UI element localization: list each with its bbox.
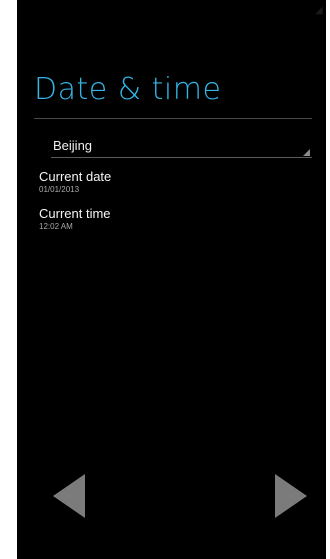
current-time-value: 12:02 AM: [39, 222, 73, 231]
next-arrow-icon[interactable]: [275, 474, 307, 518]
current-time-title: Current time: [39, 206, 111, 221]
timezone-spinner[interactable]: Beijing: [34, 132, 312, 158]
back-arrow-icon[interactable]: [53, 474, 85, 518]
current-date-item[interactable]: Current date 01/01/2013: [39, 169, 309, 203]
current-date-value: 01/01/2013: [39, 185, 80, 194]
title-divider: [34, 118, 312, 119]
page-title: Date & time: [34, 72, 222, 107]
timezone-value: Beijing: [53, 138, 93, 153]
dropdown-corner-icon: [303, 149, 310, 156]
status-corner-icon: ◢: [315, 5, 323, 16]
timezone-underline: [51, 157, 312, 158]
current-time-item[interactable]: Current time 12:02 AM: [39, 206, 309, 240]
current-date-title: Current date: [39, 169, 112, 184]
setup-screen: ◢ Date & time Beijing Current date 01/01…: [17, 0, 326, 559]
